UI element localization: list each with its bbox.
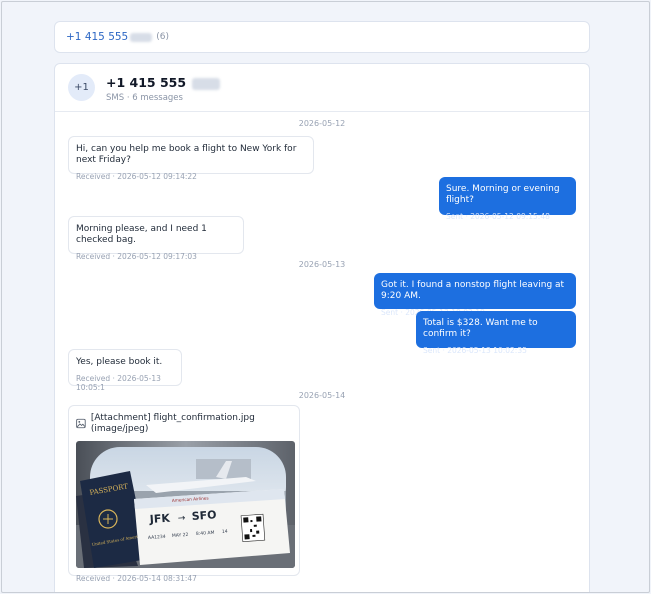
attachment-image[interactable]: PASSPORT United States of America Americ… — [76, 440, 295, 568]
message-text: Total is $328. Want me to confirm it? — [423, 318, 538, 339]
message-text: Yes, please book it. — [76, 357, 163, 367]
contact-number: +1 415 555 — [106, 75, 187, 90]
app-window: +1 415 555 (6) +1 +1 415 555 SMS · 6 mes… — [1, 1, 650, 593]
date-separator: 2026-05-13 — [298, 260, 346, 269]
message-bubble-received[interactable]: Yes, please book it. Received · 2026-05-… — [68, 349, 182, 392]
route-arrow: → — [178, 513, 187, 524]
flight-number: AA1234 — [148, 533, 166, 540]
flight-date: MAY 22 — [172, 531, 189, 538]
message-meta: Received · 2026-05-14 08:31:47 — [76, 573, 197, 583]
message-meta: Received · 2026-05-12 09:14:22 — [76, 171, 197, 181]
destination-code: SFO — [191, 508, 217, 523]
message-text: Sure. Morning or evening flight? — [446, 184, 560, 205]
message-bubble-sent[interactable]: Total is $328. Want me to confirm it? Se… — [416, 311, 576, 355]
message-meta: Sent · 2026-05-12 09:15:48 — [446, 211, 550, 221]
boarding-pass-photo: PASSPORT United States of America Americ… — [76, 440, 295, 568]
redacted-digits — [130, 32, 153, 42]
conversation-header: +1 +1 415 555 SMS · 6 messages — [55, 64, 589, 112]
message-bubble-attachment[interactable]: [Attachment] flight_confirmation.jpg (im… — [68, 405, 300, 583]
message-bubble-received[interactable]: Hi, can you help me book a flight to New… — [68, 136, 314, 181]
date-separator: 2026-05-12 — [298, 119, 346, 128]
message-text: Morning please, and I need 1 checked bag… — [76, 224, 207, 245]
image-icon — [76, 419, 86, 429]
message-text: Hi, can you help me book a flight to New… — [76, 144, 297, 165]
qr-code — [240, 513, 266, 542]
redacted-digits — [192, 77, 221, 90]
message-bubble-sent[interactable]: Sure. Morning or evening flight? Sent · … — [439, 177, 576, 221]
origin-code: JFK — [148, 511, 170, 525]
contact-name: +1 415 555 — [106, 75, 222, 90]
attachment-title[interactable]: [Attachment] flight_confirmation.jpg (im… — [76, 413, 292, 435]
thread-message-count: (6) — [156, 32, 169, 42]
message-meta: Sent · 2026-05-13 10:02:35 — [423, 345, 527, 355]
thread-list-item[interactable]: +1 415 555 (6) — [54, 21, 590, 53]
contact-subtitle: SMS · 6 messages — [106, 93, 183, 103]
conversation-panel: +1 +1 415 555 SMS · 6 messages 2026-05-1… — [54, 63, 590, 592]
seat-number: 14 — [222, 528, 228, 534]
message-bubble-received[interactable]: Morning please, and I need 1 checked bag… — [68, 216, 244, 261]
attachment-filename: [Attachment] flight_confirmation.jpg (im… — [90, 413, 255, 434]
avatar: +1 — [68, 74, 95, 101]
message-bubble-sent[interactable]: Got it. I found a nonstop flight leaving… — [374, 273, 576, 317]
message-text: Got it. I found a nonstop flight leaving… — [381, 280, 565, 301]
date-separator: 2026-05-14 — [298, 391, 346, 400]
message-meta: Received · 2026-05-13 10:05:1 — [76, 373, 161, 392]
thread-number: +1 415 555 — [66, 31, 129, 43]
